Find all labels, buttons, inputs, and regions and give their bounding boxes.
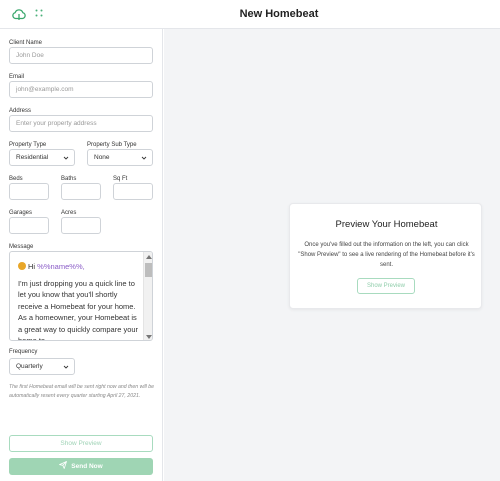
schedule-note: The first Homebeat email will be sent ri… xyxy=(9,384,155,399)
message-editor[interactable]: Hi %%name%%, I'm just dropping you a qui… xyxy=(9,251,153,341)
acres-label: Acres xyxy=(61,210,77,216)
address-label: Address xyxy=(9,108,32,114)
chevron-down-icon xyxy=(63,365,69,369)
property-sub-type-value: None xyxy=(94,154,110,161)
show-preview-button[interactable]: Show Preview xyxy=(9,435,153,452)
property-type-label: Property Type xyxy=(9,142,47,148)
name-merge-token: %%name%%, xyxy=(37,262,85,271)
message-body: I'm just dropping you a quick line to le… xyxy=(18,279,139,341)
preview-show-preview-button[interactable]: Show Preview xyxy=(357,278,415,294)
email-input[interactable]: john@example.com xyxy=(9,81,153,98)
top-bar: New Homebeat xyxy=(0,0,500,29)
acres-input[interactable] xyxy=(61,217,101,234)
scroll-thumb[interactable] xyxy=(145,263,152,277)
scroll-down-icon[interactable] xyxy=(145,335,152,339)
preview-area: Preview Your Homebeat Once you've filled… xyxy=(164,29,500,481)
sq-ft-label: Sq Ft xyxy=(113,176,128,182)
garages-label: Garages xyxy=(9,210,33,216)
message-label: Message xyxy=(9,244,34,250)
preview-title: Preview Your Homebeat xyxy=(335,219,438,230)
preview-description: Once you've filled out the information o… xyxy=(298,242,475,268)
frequency-value: Quarterly xyxy=(16,363,43,370)
page-title: New Homebeat xyxy=(239,8,319,20)
property-sub-type-select[interactable]: None xyxy=(87,149,153,166)
message-greeting: Hi %%name%%, xyxy=(18,262,85,271)
chevron-down-icon xyxy=(63,156,69,160)
property-type-select[interactable]: Residential xyxy=(9,149,75,166)
scroll-up-icon[interactable] xyxy=(145,255,152,259)
beds-label: Beds xyxy=(9,176,23,182)
chevron-down-icon xyxy=(141,156,147,160)
sq-ft-input[interactable] xyxy=(113,183,153,200)
form-sidebar: Client Name John Doe Email john@example.… xyxy=(0,29,163,481)
property-type-value: Residential xyxy=(16,154,49,161)
address-input[interactable]: Enter your property address xyxy=(9,115,153,132)
baths-input[interactable] xyxy=(61,183,101,200)
send-now-label: Send Now xyxy=(71,463,103,470)
baths-label: Baths xyxy=(61,176,77,182)
paper-plane-icon xyxy=(59,461,68,469)
garages-input[interactable] xyxy=(9,217,49,234)
client-name-input[interactable]: John Doe xyxy=(9,47,153,64)
send-now-button[interactable]: Send Now xyxy=(9,458,153,475)
client-name-label: Client Name xyxy=(9,40,43,46)
bee-emoji-icon xyxy=(18,262,26,270)
preview-card: Preview Your Homebeat Once you've filled… xyxy=(289,203,482,309)
frequency-label: Frequency xyxy=(9,349,38,355)
email-label: Email xyxy=(9,74,25,80)
message-scrollbar[interactable] xyxy=(143,252,152,340)
beds-input[interactable] xyxy=(9,183,49,200)
frequency-select[interactable]: Quarterly xyxy=(9,358,75,375)
property-sub-type-label: Property Sub Type xyxy=(87,142,137,148)
